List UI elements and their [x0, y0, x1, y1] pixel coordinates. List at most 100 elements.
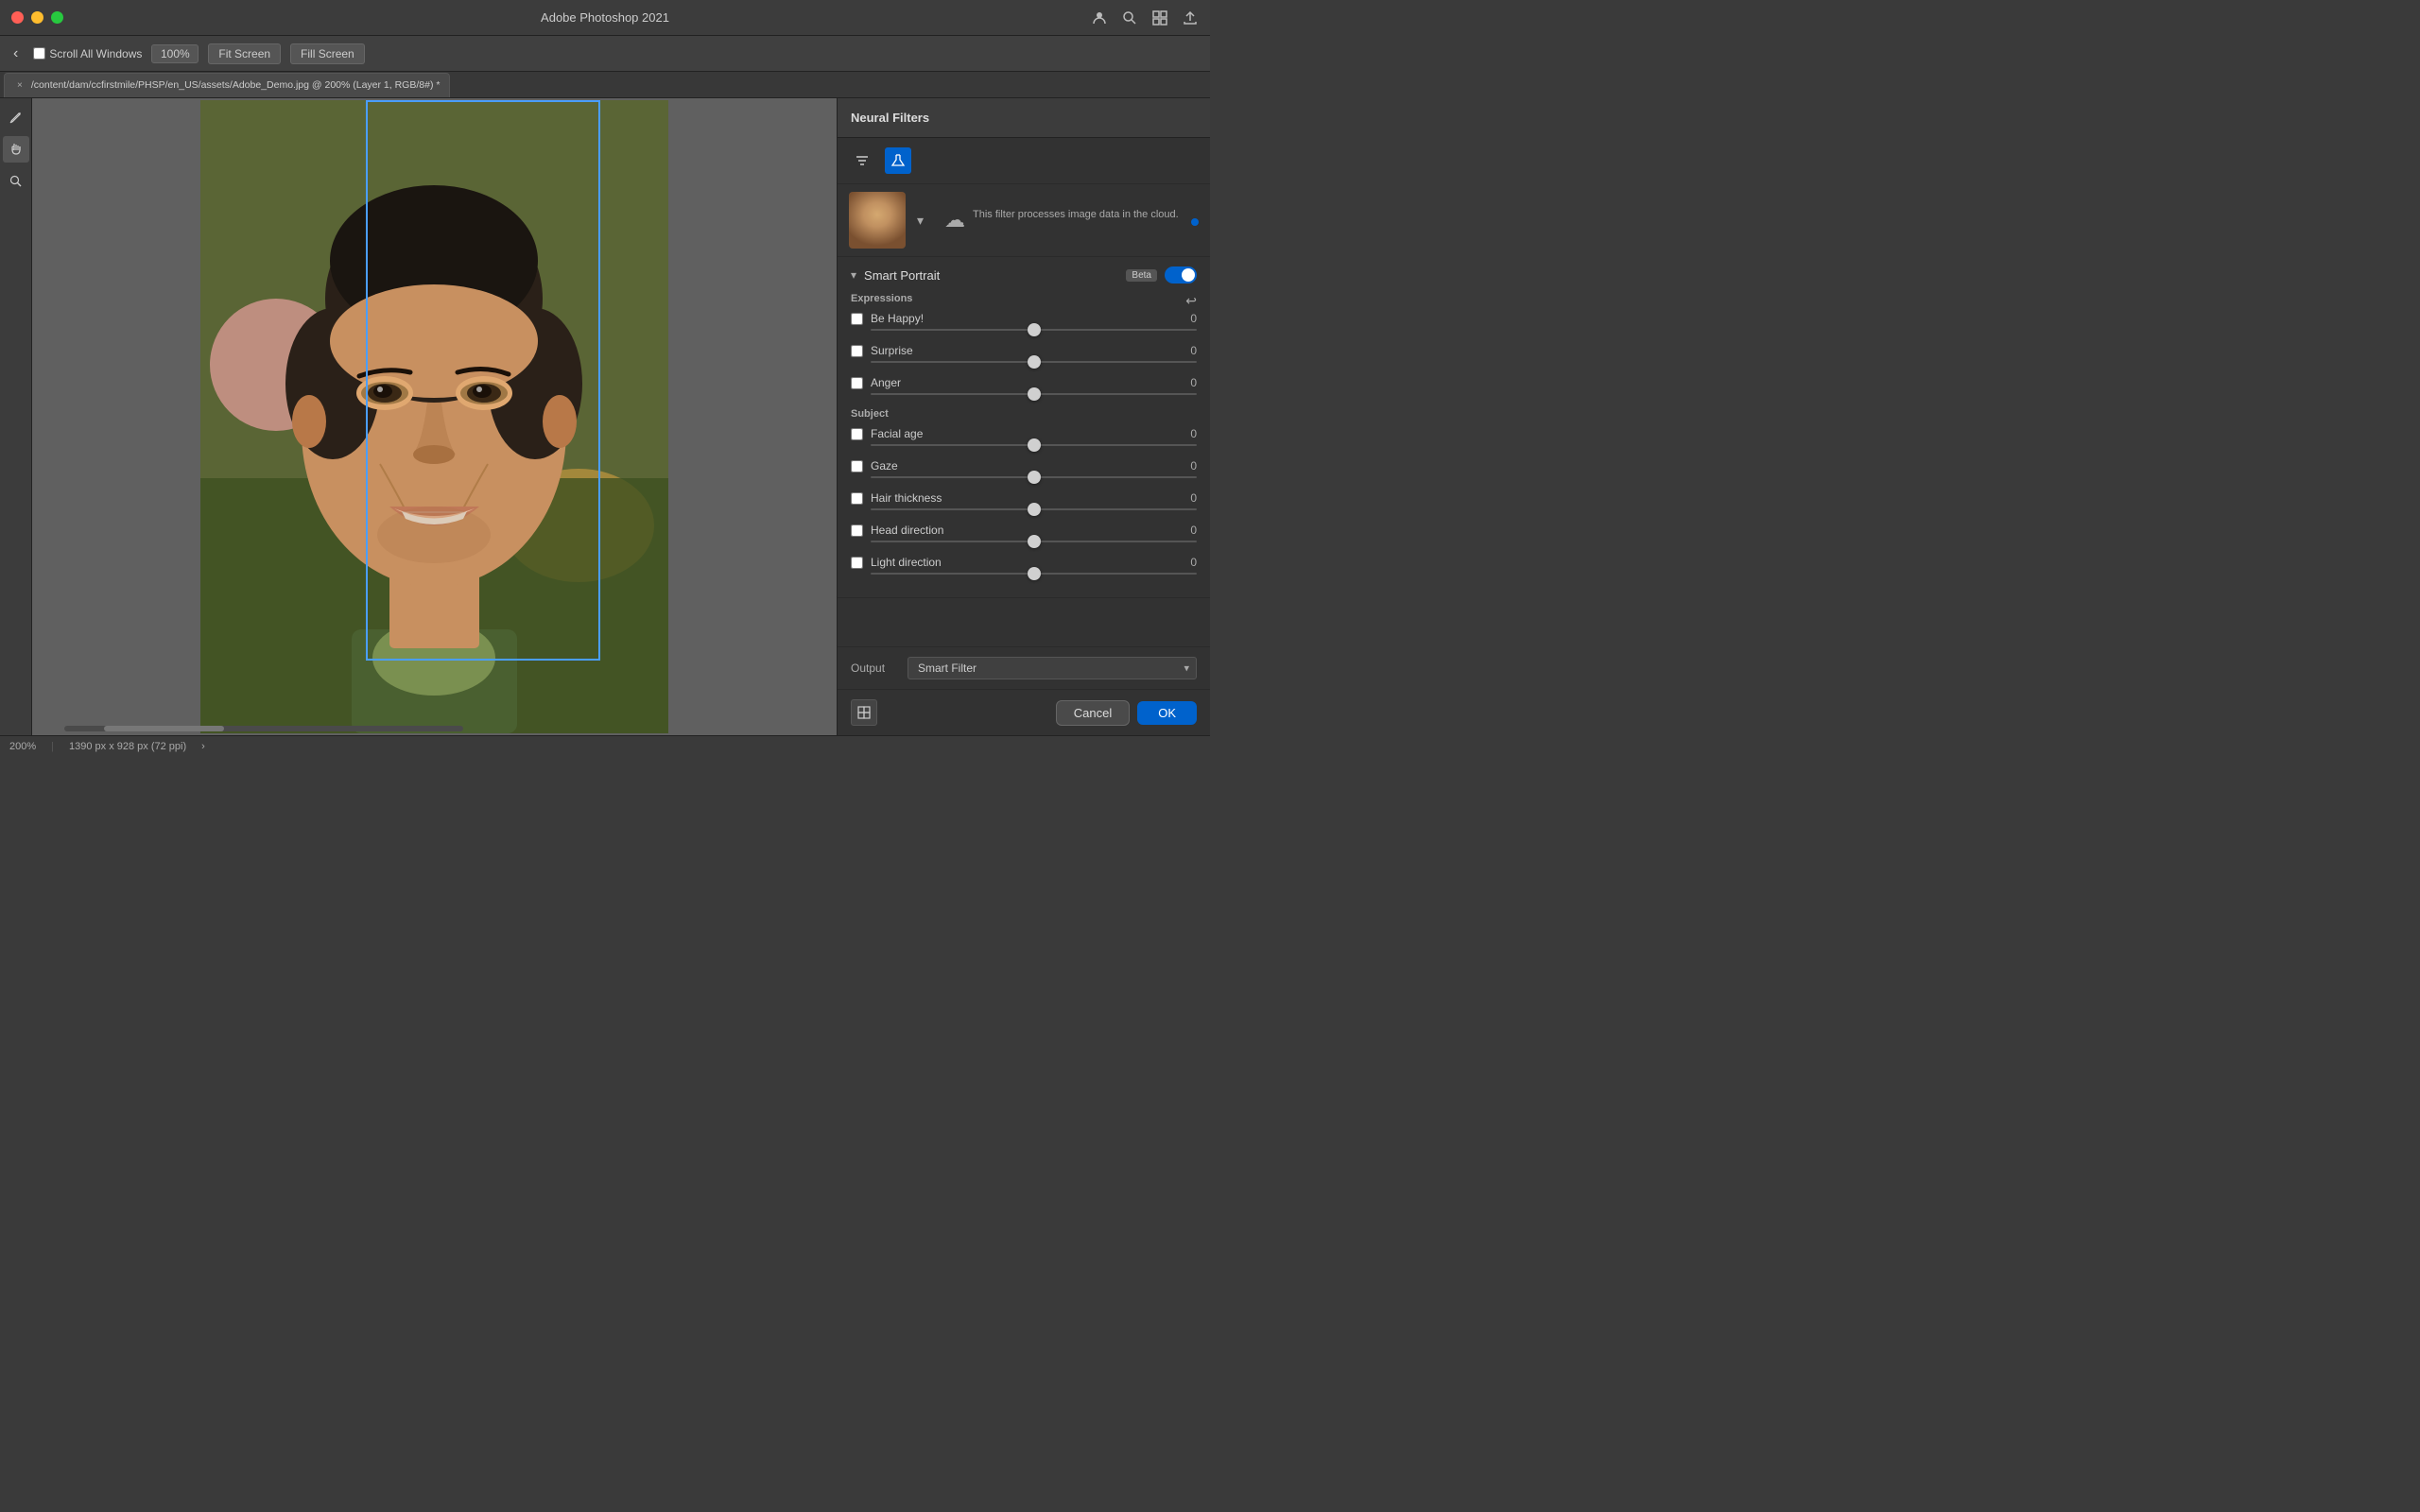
- be-happy-slider-thumb[interactable]: [1028, 323, 1041, 336]
- ok-button[interactable]: OK: [1137, 701, 1197, 725]
- section-title: Smart Portrait: [864, 268, 1126, 283]
- dimensions-status: 1390 px x 928 px (72 ppi): [69, 741, 186, 752]
- hair-thickness-row: Hair thickness 0: [851, 491, 1197, 510]
- facial-age-checkbox[interactable]: [851, 428, 863, 440]
- document-tab[interactable]: × /content/dam/ccfirstmile/PHSP/en_US/as…: [4, 73, 450, 97]
- anger-slider-track[interactable]: [871, 393, 1197, 395]
- surprise-slider-thumb[interactable]: [1028, 355, 1041, 369]
- scroll-thumb[interactable]: [104, 726, 224, 731]
- anger-slider-thumb[interactable]: [1028, 387, 1041, 401]
- zoom-status: 200%: [9, 741, 36, 752]
- gaze-header: Gaze 0: [851, 459, 1197, 472]
- cancel-button[interactable]: Cancel: [1056, 700, 1130, 726]
- section-chevron[interactable]: ▾: [851, 268, 856, 282]
- arrow-status[interactable]: ›: [201, 741, 205, 752]
- fit-screen-button[interactable]: Fit Screen: [208, 43, 281, 64]
- filter-thumbnail: [849, 192, 906, 249]
- scroll-all-windows-group: Scroll All Windows: [33, 47, 142, 60]
- hair-thickness-header: Hair thickness 0: [851, 491, 1197, 505]
- surprise-row: Surprise 0: [851, 344, 1197, 363]
- expand-icon[interactable]: [1151, 9, 1168, 26]
- light-direction-row: Light direction 0: [851, 556, 1197, 575]
- subject-label: Subject: [851, 408, 1197, 420]
- minimize-button[interactable]: [31, 11, 43, 24]
- smart-portrait-toggle[interactable]: [1165, 266, 1197, 284]
- panel-toolbar: [838, 138, 1210, 184]
- anger-checkbox[interactable]: [851, 377, 863, 389]
- gaze-value: 0: [1178, 459, 1197, 472]
- account-icon[interactable]: [1091, 9, 1108, 26]
- head-direction-header: Head direction 0: [851, 524, 1197, 537]
- hair-thickness-value: 0: [1178, 491, 1197, 505]
- anger-label: Anger: [871, 376, 1178, 389]
- titlebar: Adobe Photoshop 2021: [0, 0, 1210, 36]
- head-direction-checkbox[interactable]: [851, 524, 863, 537]
- maximize-button[interactable]: [51, 11, 63, 24]
- hair-thickness-slider-track[interactable]: [871, 508, 1197, 510]
- hair-thickness-label: Hair thickness: [871, 491, 1178, 505]
- light-direction-checkbox[interactable]: [851, 557, 863, 569]
- canvas-area[interactable]: [32, 98, 837, 735]
- layers-button[interactable]: [851, 699, 877, 726]
- anger-row: Anger 0: [851, 376, 1197, 395]
- undo-button[interactable]: ↩: [1185, 293, 1197, 309]
- main-layout: Neural Filters: [0, 98, 1210, 735]
- filter-preview: ▾ ☁ This filter processes image data in …: [838, 184, 1210, 257]
- zoom-input[interactable]: [151, 44, 199, 63]
- share-icon[interactable]: [1182, 9, 1199, 26]
- be-happy-row: Be Happy! 0: [851, 312, 1197, 331]
- light-direction-value: 0: [1178, 556, 1197, 569]
- titlebar-right: [1091, 9, 1199, 26]
- be-happy-label: Be Happy!: [871, 312, 1178, 325]
- facial-age-label: Facial age: [871, 427, 1178, 440]
- light-direction-slider-thumb[interactable]: [1028, 567, 1041, 580]
- back-button[interactable]: ‹: [8, 43, 24, 64]
- output-section: Output Smart Filter New Layer Duplicate …: [838, 646, 1210, 689]
- surprise-header: Surprise 0: [851, 344, 1197, 357]
- anger-value: 0: [1178, 376, 1197, 389]
- be-happy-checkbox[interactable]: [851, 313, 863, 325]
- output-label: Output: [851, 662, 898, 675]
- neural-filters-panel: Neural Filters: [837, 98, 1210, 735]
- panel-content[interactable]: ▾ Smart Portrait Beta ↩ Expressions: [838, 257, 1210, 646]
- light-direction-slider-track[interactable]: [871, 573, 1197, 575]
- fill-screen-button[interactable]: Fill Screen: [290, 43, 365, 64]
- active-dot: [1191, 218, 1199, 226]
- be-happy-slider-track[interactable]: [871, 329, 1197, 331]
- thumbnail-face: [849, 192, 906, 249]
- gaze-slider-thumb[interactable]: [1028, 471, 1041, 484]
- head-direction-slider-track[interactable]: [871, 541, 1197, 542]
- surprise-checkbox[interactable]: [851, 345, 863, 357]
- horizontal-scrollbar[interactable]: [64, 726, 463, 731]
- brush-tool[interactable]: [3, 104, 29, 130]
- photo-canvas: [200, 100, 668, 733]
- toolbar: ‹ Scroll All Windows Fit Screen Fill Scr…: [0, 36, 1210, 72]
- panel-header: Neural Filters: [838, 98, 1210, 138]
- panel-flask-icon[interactable]: [885, 147, 911, 174]
- be-happy-header: Be Happy! 0: [851, 312, 1197, 325]
- close-button[interactable]: [11, 11, 24, 24]
- head-direction-slider-thumb[interactable]: [1028, 535, 1041, 548]
- scroll-all-windows-checkbox[interactable]: [33, 47, 45, 60]
- gaze-slider-track[interactable]: [871, 476, 1197, 478]
- head-direction-label: Head direction: [871, 524, 1178, 537]
- search-icon[interactable]: [1121, 9, 1138, 26]
- surprise-slider-track[interactable]: [871, 361, 1197, 363]
- panel-filter-icon[interactable]: [849, 147, 875, 174]
- smart-portrait-section: ▾ Smart Portrait Beta ↩ Expressions: [838, 257, 1210, 598]
- statusbar: 200% | 1390 px x 928 px (72 ppi) ›: [0, 735, 1210, 756]
- facial-age-slider-track[interactable]: [871, 444, 1197, 446]
- tab-close-icon[interactable]: ×: [14, 79, 26, 92]
- gaze-checkbox[interactable]: [851, 460, 863, 472]
- status-separator: |: [51, 741, 54, 752]
- hair-thickness-slider-thumb[interactable]: [1028, 503, 1041, 516]
- zoom-tool[interactable]: [3, 168, 29, 195]
- cloud-icon: ☁: [944, 208, 965, 232]
- hair-thickness-checkbox[interactable]: [851, 492, 863, 505]
- filter-dropdown-button[interactable]: ▾: [915, 211, 925, 231]
- output-select[interactable]: Smart Filter New Layer Duplicate Layer F…: [908, 657, 1197, 679]
- scroll-all-windows-label[interactable]: Scroll All Windows: [49, 47, 142, 60]
- app-title: Adobe Photoshop 2021: [541, 10, 669, 25]
- facial-age-slider-thumb[interactable]: [1028, 438, 1041, 452]
- hand-tool[interactable]: [3, 136, 29, 163]
